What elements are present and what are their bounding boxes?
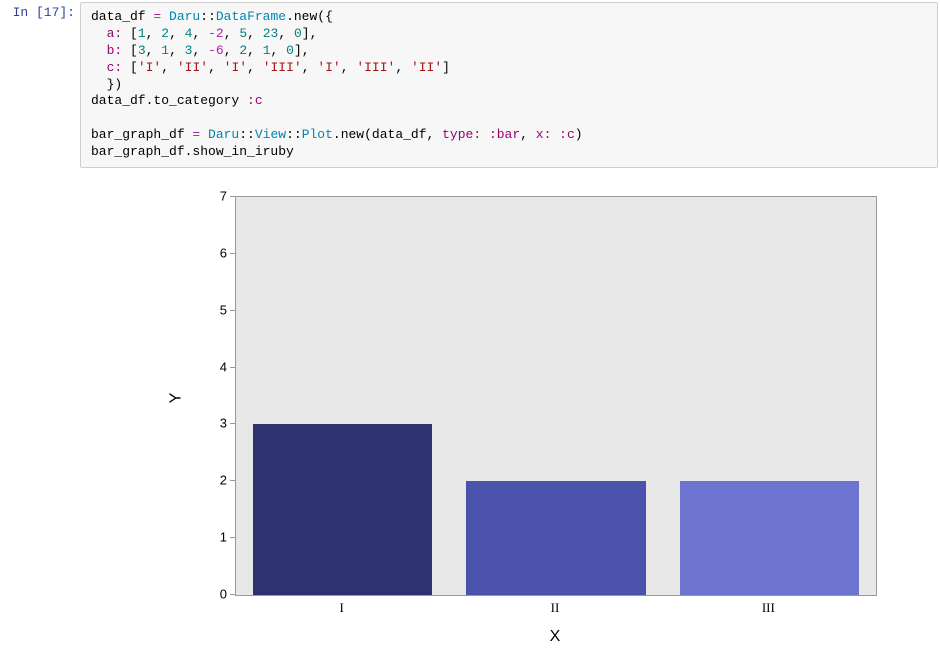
bar-II bbox=[466, 481, 645, 595]
code-input-area[interactable]: data_df = Daru::DataFrame.new({ a: [1, 2… bbox=[80, 2, 938, 168]
xtick-III: III bbox=[762, 600, 775, 616]
code-block[interactable]: data_df = Daru::DataFrame.new({ a: [1, 2… bbox=[91, 9, 931, 161]
chart-output: Y 01234567 IIIIII X bbox=[75, 184, 895, 644]
notebook-cell: In [17]: data_df = Daru::DataFrame.new({… bbox=[0, 0, 940, 170]
y-axis-label: Y bbox=[167, 393, 185, 404]
bar-chart: Y 01234567 IIIIII X bbox=[75, 184, 895, 644]
bar-I bbox=[253, 424, 432, 595]
plot-area bbox=[235, 196, 877, 596]
bar-III bbox=[680, 481, 859, 595]
x-axis-label: X bbox=[550, 628, 561, 646]
xtick-I: I bbox=[339, 600, 343, 616]
xtick-II: II bbox=[551, 600, 560, 616]
input-prompt: In [17]: bbox=[0, 0, 80, 170]
